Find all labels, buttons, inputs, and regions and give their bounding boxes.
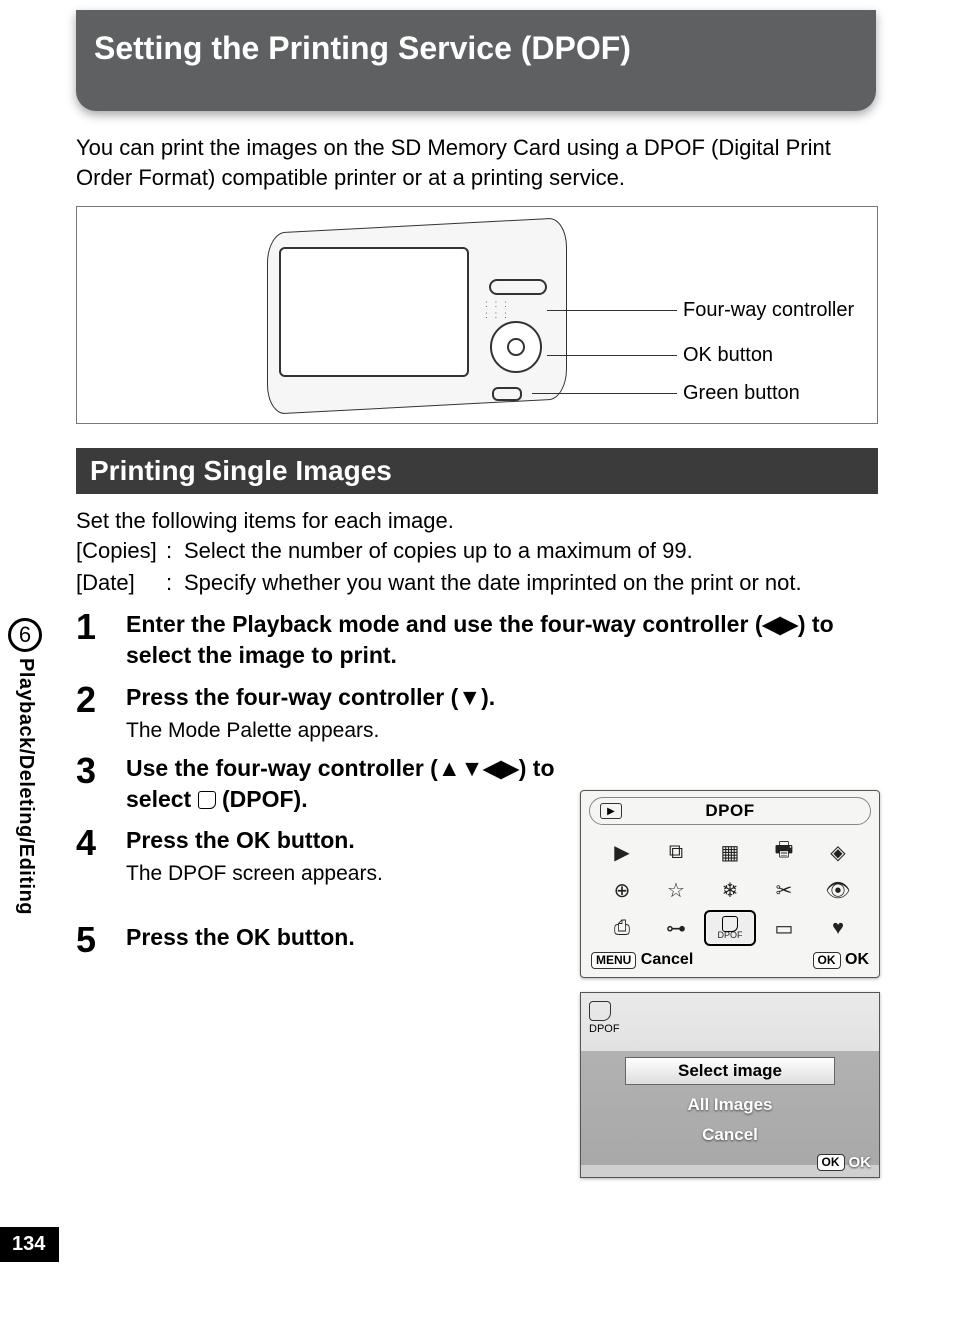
green-button-icon bbox=[492, 387, 522, 401]
palette-ok[interactable]: OK OK bbox=[813, 951, 869, 969]
dpof-corner-icon: DPOF bbox=[589, 1001, 620, 1035]
palette-icon: 👁 bbox=[815, 875, 861, 905]
palette-icon: ❄ bbox=[707, 875, 753, 905]
intro-paragraph: You can print the images on the SD Memor… bbox=[76, 133, 878, 192]
palette-icon: ☆ bbox=[653, 875, 699, 905]
step-2-sub: The Mode Palette appears. bbox=[126, 719, 878, 743]
down-arrow-icon: ▼ bbox=[458, 684, 481, 710]
step-5-title: Press the OK button. bbox=[126, 922, 566, 958]
label-four-way: Four-way controller bbox=[683, 299, 854, 322]
step-2: 2 Press the four-way controller (▼). The… bbox=[76, 682, 878, 743]
step-5: 5 Press the OK button. bbox=[76, 922, 566, 958]
palette-icon: ✂ bbox=[761, 875, 807, 905]
label-green-button: Green button bbox=[683, 382, 800, 405]
palette-icon: ⊕ bbox=[599, 875, 645, 905]
palette-icon: ▦ bbox=[707, 837, 753, 867]
ok-chip-icon: OK bbox=[817, 1154, 845, 1171]
section-heading: Printing Single Images bbox=[76, 448, 878, 494]
page-title-bar: Setting the Printing Service (DPOF) bbox=[76, 10, 876, 111]
def-date-key: [Date] bbox=[76, 568, 166, 598]
page-title: Setting the Printing Service (DPOF) bbox=[94, 30, 631, 66]
side-tab-label: Playback/Deleting/Editing bbox=[14, 658, 37, 915]
step-4-sub: The DPOF screen appears. bbox=[126, 862, 566, 886]
palette-icon: 🖶 bbox=[761, 837, 807, 867]
mode-palette-screen: ▶ DPOF ▶ ⧉ ▦ 🖶 ◈ ⊕ ☆ ❄ ✂ 👁 ⎙ ⊶ bbox=[580, 790, 880, 978]
step-3-title: Use the four-way controller (▲▼◀▶) to se… bbox=[126, 753, 566, 815]
page-number: 134 bbox=[0, 1227, 59, 1262]
palette-dpof-icon[interactable]: DPOF bbox=[707, 913, 753, 943]
dpof-icon bbox=[198, 791, 216, 809]
camera-diagram-box: : : :: : : Four-way controller OK button… bbox=[76, 206, 878, 424]
playback-icon: ▶ bbox=[600, 803, 622, 819]
palette-icon: ▶ bbox=[599, 837, 645, 867]
def-copies-text: Select the number of copies up to a maxi… bbox=[184, 536, 878, 566]
section-intro: Set the following items for each image. bbox=[76, 506, 878, 536]
palette-icon: ♥ bbox=[815, 913, 861, 943]
four-arrows-icon: ▲▼◀▶ bbox=[438, 755, 519, 781]
palette-icon: ⊶ bbox=[653, 913, 699, 943]
menu-all-images[interactable]: All Images bbox=[581, 1095, 879, 1115]
def-date-text: Specify whether you want the date imprin… bbox=[184, 568, 878, 598]
palette-title: DPOF bbox=[622, 801, 838, 821]
menu-cancel[interactable]: Cancel bbox=[581, 1125, 879, 1145]
dpof-screen-ok[interactable]: OK OK bbox=[817, 1154, 872, 1171]
step-1: 1 Enter the Playback mode and use the fo… bbox=[76, 609, 878, 671]
palette-icon: ⧉ bbox=[653, 837, 699, 867]
step-1-title: Enter the Playback mode and use the four… bbox=[126, 609, 878, 671]
step-2-title: Press the four-way controller (▼). bbox=[126, 682, 878, 713]
def-copies-key: [Copies] bbox=[76, 536, 166, 566]
section-intro-block: Set the following items for each image. … bbox=[76, 506, 878, 597]
menu-select-image[interactable]: Select image bbox=[625, 1057, 835, 1085]
label-ok-button: OK button bbox=[683, 344, 773, 367]
camera-illustration: : : :: : : bbox=[267, 225, 567, 407]
step-4: 4 Press the OK button. The DPOF screen a… bbox=[76, 825, 566, 886]
palette-icon: ▭ bbox=[761, 913, 807, 943]
palette-cancel[interactable]: MENU Cancel bbox=[591, 951, 693, 969]
step-4-title: Press the OK button. bbox=[126, 825, 566, 856]
step-3: 3 Use the four-way controller (▲▼◀▶) to … bbox=[76, 753, 566, 815]
palette-icon: ⎙ bbox=[599, 913, 645, 943]
menu-chip-icon: MENU bbox=[591, 952, 636, 969]
palette-icon: ◈ bbox=[815, 837, 861, 867]
chapter-number-badge: 6 bbox=[8, 618, 42, 652]
ok-chip-icon: OK bbox=[813, 952, 841, 969]
left-right-arrows-icon: ◀▶ bbox=[762, 611, 797, 637]
dpof-menu-screen: DPOF Select image All Images Cancel OK O… bbox=[580, 992, 880, 1178]
